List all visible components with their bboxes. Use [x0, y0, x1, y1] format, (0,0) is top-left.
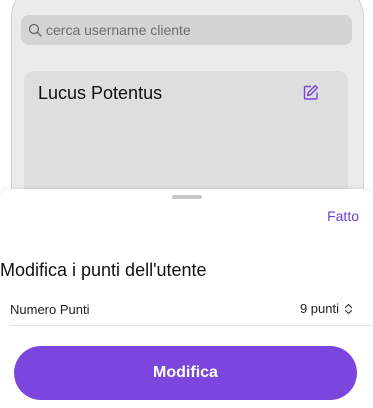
points-value: 9 punti — [299, 301, 339, 316]
customer-name: Lucus Potentus — [38, 83, 163, 103]
edit-icon[interactable] — [302, 84, 319, 101]
points-label: Numero Punti — [10, 302, 90, 317]
sheet-title: Modifica i punti dell'utente — [0, 260, 207, 280]
points-picker[interactable]: 9 punti — [300, 301, 353, 316]
done-button[interactable]: Fatto — [327, 208, 359, 224]
row-divider — [10, 325, 373, 326]
edit-points-sheet: Fatto Modifica i punti dell'utente Numer… — [0, 189, 373, 408]
search-bar[interactable] — [21, 15, 352, 45]
submit-button[interactable]: Modifica — [14, 346, 357, 400]
sheet-drag-handle[interactable] — [172, 195, 202, 199]
chevron-up-down-icon — [344, 303, 353, 314]
search-input[interactable] — [46, 22, 336, 38]
search-icon — [28, 23, 42, 37]
